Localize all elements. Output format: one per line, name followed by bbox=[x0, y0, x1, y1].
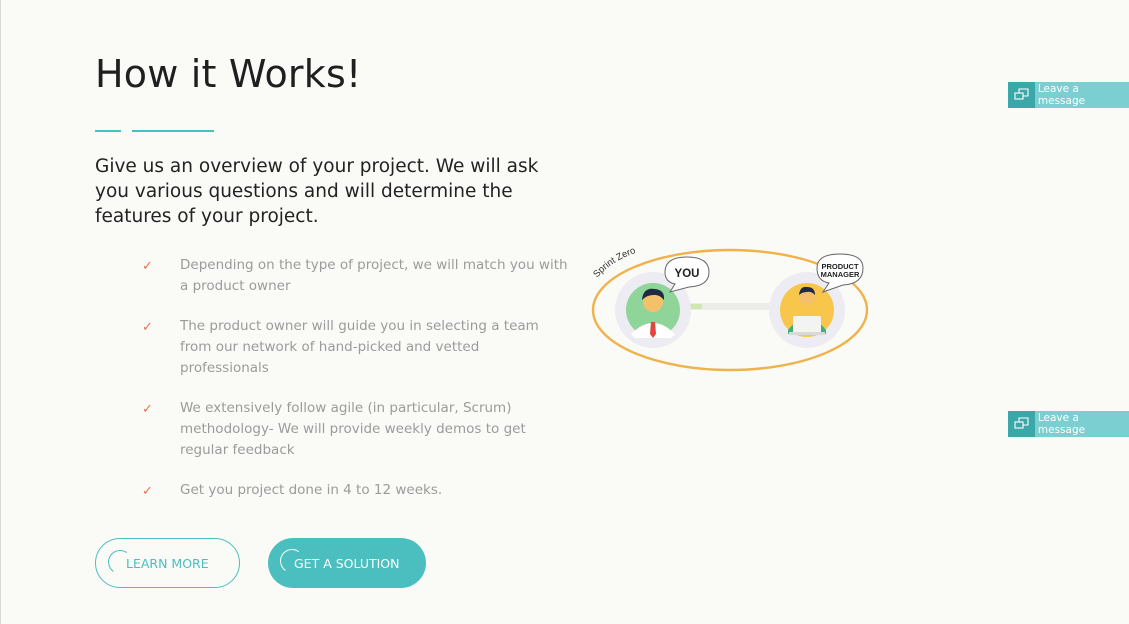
feature-text: Depending on the type of project, we wil… bbox=[180, 257, 568, 294]
get-solution-label: GET A SOLUTION bbox=[294, 555, 400, 571]
section-title: How it Works! bbox=[95, 52, 362, 96]
leave-message-widget[interactable]: Leave a message bbox=[1008, 411, 1129, 437]
svg-text:MANAGER: MANAGER bbox=[821, 270, 860, 279]
page-left-border bbox=[0, 0, 1, 624]
leave-message-widget[interactable]: Leave a message bbox=[1008, 82, 1129, 108]
feature-item: ✓ Depending on the type of project, we w… bbox=[140, 255, 570, 297]
sprint-zero-label: Sprint Zero bbox=[591, 245, 637, 280]
title-underline-short bbox=[95, 130, 121, 132]
chat-icon bbox=[1008, 82, 1035, 108]
check-icon: ✓ bbox=[142, 484, 153, 499]
learn-more-label: LEARN MORE bbox=[126, 555, 209, 571]
check-icon: ✓ bbox=[142, 320, 153, 335]
feature-text: Get you project done in 4 to 12 weeks. bbox=[180, 482, 443, 498]
leave-message-label: Leave a message bbox=[1037, 83, 1086, 107]
connector-accent bbox=[690, 304, 702, 309]
title-underline-long bbox=[132, 130, 214, 132]
leave-message-label: Leave a message bbox=[1037, 412, 1086, 436]
feature-list: ✓ Depending on the type of project, we w… bbox=[140, 255, 570, 501]
sprint-zero-illustration: Sprint Zero YOU PRODUCT MANAGER bbox=[591, 245, 869, 372]
get-solution-button[interactable]: GET A SOLUTION bbox=[268, 538, 426, 588]
check-icon: ✓ bbox=[142, 402, 153, 417]
check-icon: ✓ bbox=[142, 259, 153, 274]
learn-more-button[interactable]: LEARN MORE bbox=[95, 538, 240, 588]
feature-item: ✓ Get you project done in 4 to 12 weeks. bbox=[140, 480, 570, 501]
chat-icon bbox=[1008, 411, 1035, 437]
section-intro: Give us an overview of your project. We … bbox=[95, 156, 539, 227]
button-arc-icon bbox=[278, 547, 306, 575]
svg-text:YOU: YOU bbox=[675, 268, 700, 280]
feature-text: The product owner will guide you in sele… bbox=[180, 318, 539, 376]
feature-item: ✓ The product owner will guide you in se… bbox=[140, 316, 570, 379]
feature-item: ✓ We extensively follow agile (in partic… bbox=[140, 398, 570, 461]
feature-text: We extensively follow agile (in particul… bbox=[180, 400, 526, 458]
button-arc-icon bbox=[106, 548, 134, 576]
